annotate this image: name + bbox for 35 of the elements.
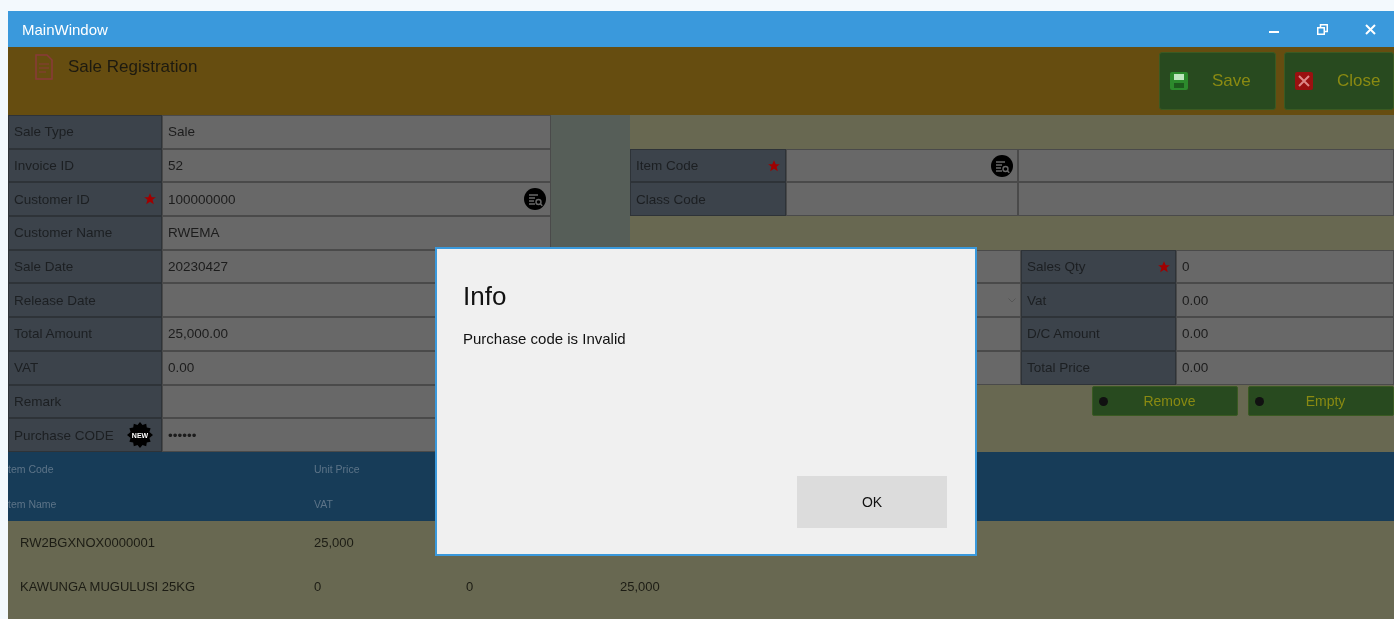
column-header[interactable]: tem Code — [8, 463, 314, 476]
input-field[interactable]: RWEMA — [162, 216, 551, 250]
input-field[interactable] — [786, 148, 1018, 183]
input-field[interactable]: Sale — [162, 115, 551, 149]
table-cell-text: KAWUNGA MUGULUSI 25KG — [20, 579, 197, 595]
table-cell-text: 25,000 — [620, 579, 661, 595]
input-field[interactable]: 0.00 — [1176, 317, 1394, 351]
table-cell-text: 0 — [466, 579, 475, 595]
input-field[interactable] — [786, 182, 1018, 217]
search-icon[interactable] — [524, 188, 546, 211]
document-icon — [34, 54, 54, 80]
input-field[interactable]: 52 — [162, 148, 551, 183]
input-field[interactable]: 0.00 — [1176, 350, 1394, 385]
table-cell-text: 25,000 — [314, 535, 355, 551]
window-title: MainWindow — [22, 20, 109, 38]
remove-button[interactable]: Remove — [1092, 386, 1238, 417]
x-square-icon — [1295, 72, 1313, 90]
ok-button[interactable]: OK — [797, 476, 947, 528]
search-icon[interactable] — [991, 154, 1013, 177]
table-cell-text: RW2BGXNOX0000001 — [20, 535, 156, 551]
input-field[interactable]: 0 — [1176, 249, 1394, 284]
dot-icon — [1255, 396, 1264, 406]
dot-icon — [1099, 396, 1108, 406]
empty-button[interactable]: Empty — [1248, 386, 1394, 417]
page-title: Sale Registration — [68, 57, 198, 77]
input-field[interactable]: 0.00 — [1176, 283, 1394, 318]
save-button[interactable]: Save — [1159, 52, 1276, 110]
input-field[interactable]: 100000000 — [162, 182, 551, 217]
input-field[interactable] — [1018, 148, 1394, 183]
column-header[interactable]: tem Name — [8, 497, 314, 510]
dialog-title: Info — [463, 281, 507, 312]
close-button[interactable]: Close — [1284, 52, 1394, 110]
input-field[interactable] — [1018, 182, 1394, 217]
floppy-icon — [1170, 72, 1188, 90]
table-cell-text: 0 — [314, 579, 323, 595]
